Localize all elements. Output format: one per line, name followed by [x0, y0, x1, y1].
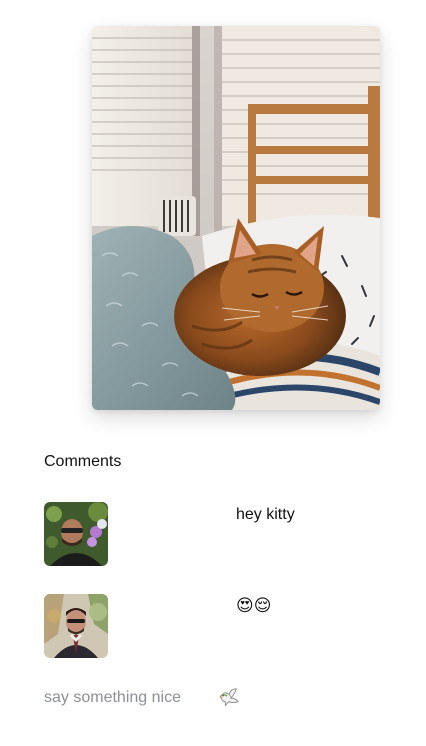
comment-composer: [44, 686, 384, 712]
cat-photo-image: [92, 26, 380, 410]
comment-item: hey kitty: [44, 502, 384, 566]
send-comment-button[interactable]: [218, 687, 240, 709]
avatar[interactable]: [44, 594, 108, 658]
post-view: Comments hey kitty 😍😌 say something nice: [0, 0, 426, 746]
avatar[interactable]: [44, 502, 108, 566]
avatar-image: [44, 594, 108, 658]
comment-input[interactable]: [44, 686, 212, 710]
comments-heading: Comments: [44, 453, 122, 470]
comment-text: 😍😌: [236, 596, 272, 616]
avatar-image: [44, 502, 108, 566]
comment-item: 😍😌: [44, 594, 384, 658]
dove-icon: [219, 688, 239, 707]
comment-text: hey kitty: [236, 506, 295, 523]
post-photo: [92, 26, 380, 410]
